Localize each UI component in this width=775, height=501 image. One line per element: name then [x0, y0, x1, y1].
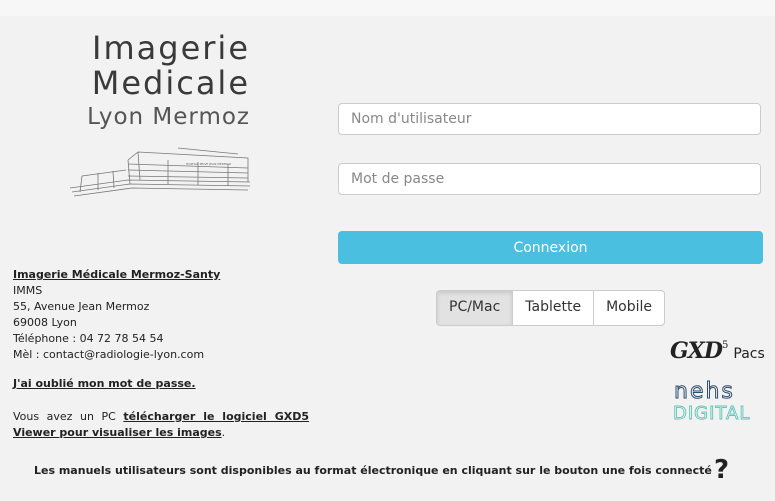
street: 55, Avenue Jean Mermoz	[13, 300, 150, 313]
tab-tablette[interactable]: Tablette	[513, 291, 595, 325]
top-band	[0, 0, 775, 16]
nehs-wordmark: nehs	[674, 379, 735, 404]
nehs-digital-logo: nehs DIGITAL	[673, 379, 750, 425]
pacs-label: Pacs	[733, 346, 765, 362]
tab-pc-mac[interactable]: PC/Mac	[437, 291, 514, 325]
username-input[interactable]	[338, 103, 761, 135]
city: 69008 Lyon	[13, 316, 77, 329]
download-suffix: .	[221, 426, 226, 439]
digital-wordmark: DIGITAL	[673, 403, 750, 424]
tab-mobile[interactable]: Mobile	[594, 291, 664, 325]
address-block: Imagerie Médicale Mermoz-Santy IMMS 55, …	[13, 267, 220, 363]
help-icon[interactable]: ?	[714, 455, 729, 485]
gxd-mark: GXD	[670, 338, 723, 364]
svg-text:HOPITAL PRIVE JEAN MERMOZ: HOPITAL PRIVE JEAN MERMOZ	[186, 162, 231, 166]
clinic-logo-title: Imagerie Medicale Lyon Mermoz	[70, 30, 250, 134]
logo-line-1: Imagerie	[92, 29, 250, 67]
building-illustration: HOPITAL PRIVE JEAN MERMOZ	[69, 147, 251, 197]
login-button[interactable]: Connexion	[338, 231, 763, 264]
org-name: Imagerie Médicale Mermoz-Santy	[13, 268, 221, 281]
password-input[interactable]	[338, 163, 761, 195]
phone: Téléphone : 04 72 78 54 54	[13, 332, 164, 345]
email: Mèl : contact@radiologie-lyon.com	[13, 348, 205, 361]
forgot-password-link[interactable]: J'ai oublié mon mot de passe.	[13, 377, 196, 390]
logo-line-3: Lyon Mermoz	[87, 104, 250, 130]
download-prefix: Vous avez un PC	[13, 410, 116, 423]
device-selector: PC/Mac Tablette Mobile	[436, 290, 666, 326]
logo-line-2: Medicale	[91, 64, 250, 102]
manuals-notice: Les manuels utilisateurs sont disponible…	[34, 464, 712, 477]
gxd5-pacs-logo: GXD5 Pacs	[670, 338, 765, 364]
download-viewer-text: Vous avez un PC télécharger le logiciel …	[13, 409, 309, 441]
org-abbr: IMMS	[13, 284, 43, 297]
gxd-sup: 5	[721, 340, 729, 351]
